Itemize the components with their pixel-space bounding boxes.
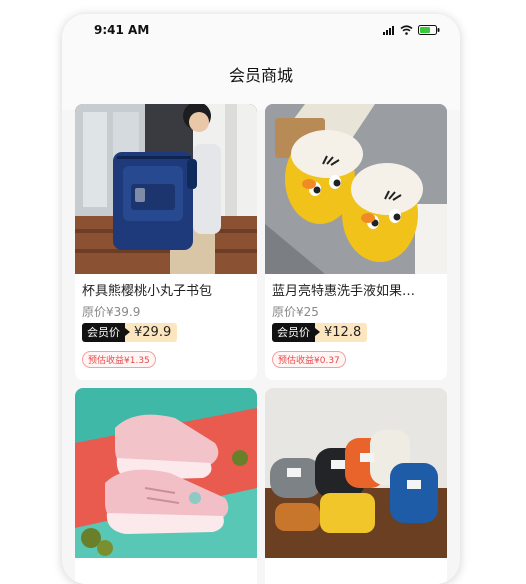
battery-icon <box>418 25 440 35</box>
member-price: ¥29.9 <box>125 323 178 342</box>
member-price-row: 会员价 ¥29.9 <box>82 323 178 342</box>
product-image-backpack[interactable] <box>75 104 257 274</box>
product-image-sneakers[interactable] <box>75 388 257 558</box>
product-image-hats[interactable] <box>265 388 447 558</box>
page-title: 会员商城 <box>228 66 293 85</box>
product-name: 杯具熊樱桃小丸子书包 <box>82 284 213 299</box>
product-name: 蓝月亮特惠洗手液如果… <box>272 284 416 299</box>
product-card[interactable] <box>265 388 447 584</box>
earnings-badge: 预估收益¥1.35 <box>82 351 156 368</box>
signal-icon <box>383 25 394 35</box>
phone-frame: 9:41 AM 会员商城 杯具熊樱桃小丸子书包 原价¥39.9 会员价 ¥29.… <box>62 14 460 584</box>
member-tag: 会员价 <box>272 323 320 342</box>
wifi-icon <box>400 25 413 35</box>
product-image-slippers[interactable] <box>265 104 447 274</box>
member-tag: 会员价 <box>82 323 130 342</box>
earnings-badge: 预估收益¥0.37 <box>272 351 346 368</box>
status-time: 9:41 AM <box>94 23 150 37</box>
member-price: ¥12.8 <box>315 323 368 342</box>
product-card[interactable]: 杯具熊樱桃小丸子书包 原价¥39.9 会员价 ¥29.9 预估收益¥1.35 <box>75 104 257 380</box>
member-price-row: 会员价 ¥12.8 <box>272 323 368 342</box>
header: 9:41 AM 会员商城 <box>62 14 460 110</box>
original-price: 原价¥25 <box>272 305 319 319</box>
product-card[interactable] <box>75 388 257 584</box>
product-card[interactable]: 蓝月亮特惠洗手液如果… 原价¥25 会员价 ¥12.8 预估收益¥0.37 <box>265 104 447 380</box>
original-price: 原价¥39.9 <box>82 305 141 319</box>
status-icons <box>383 25 440 35</box>
